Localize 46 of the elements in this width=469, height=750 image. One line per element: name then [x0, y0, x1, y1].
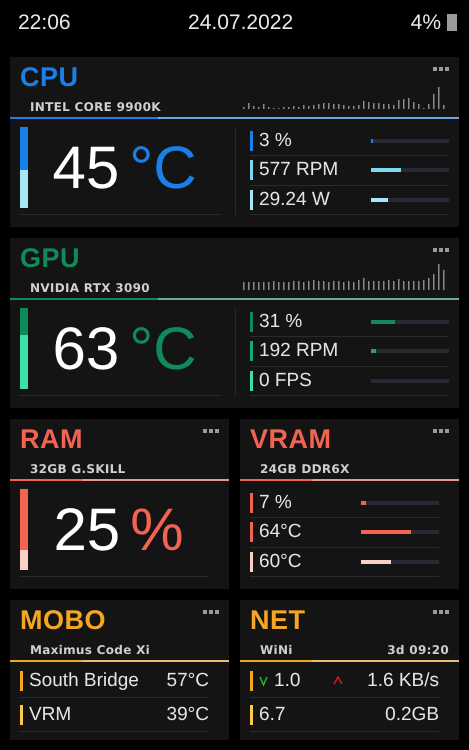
card-title: CPU	[20, 62, 79, 92]
metric-reading: 0 FPS	[259, 370, 313, 392]
card-title: RAM	[20, 424, 83, 454]
more-icon[interactable]	[433, 429, 449, 433]
gauge-value: 63	[52, 316, 120, 382]
metric-reading: 64°C	[259, 521, 302, 544]
card-title: GPU	[20, 243, 80, 273]
metric-reading: 192 RPM	[259, 340, 340, 362]
sensor-label: South Bridge	[29, 670, 140, 692]
battery-percent: 4%	[410, 10, 441, 34]
more-icon[interactable]	[433, 248, 449, 252]
card-title: NET	[250, 605, 306, 635]
card-subtitle: WiNi	[260, 643, 293, 657]
net-value: 1.0	[274, 670, 300, 692]
metric-reading: 60°C	[259, 550, 302, 573]
gauge-unit: °C	[129, 316, 197, 382]
net-value: 1.6 KB/s	[367, 670, 439, 692]
sensor-value: 57°C	[166, 670, 209, 692]
card-subtitle: INTEL CORE 9900K	[30, 100, 161, 114]
metric-reading: 3 %	[259, 130, 293, 152]
card-subtitle: 32GB G.SKILL	[30, 462, 126, 476]
card-subtitle: 24GB DDR6X	[260, 462, 350, 476]
gauge-unit: %	[130, 496, 184, 562]
gauge-value: 45	[52, 134, 120, 200]
metric-reading: 577 RPM	[259, 159, 340, 182]
card-subtitle: NVIDIA RTX 3090	[30, 281, 150, 295]
battery-icon	[447, 14, 457, 31]
metric-reading: 7 %	[259, 492, 293, 514]
metric-reading: 31 %	[259, 311, 304, 334]
sensor-value: 39°C	[166, 704, 209, 726]
more-icon[interactable]	[433, 67, 449, 71]
net-value: 0.2GB	[385, 704, 439, 726]
more-icon[interactable]	[203, 610, 219, 614]
sensor-label: VRM	[29, 704, 72, 726]
gauge-unit: °C	[129, 134, 197, 200]
metric-reading: 29.24 W	[259, 188, 331, 211]
clock-time: 22:06	[18, 10, 71, 34]
net-value: 6.7	[259, 704, 286, 726]
card-subtitle: Maximus Code Xi	[30, 643, 150, 657]
gauge-value: 25	[53, 496, 120, 562]
card-title: VRAM	[250, 424, 332, 454]
card-title: MOBO	[20, 605, 106, 635]
more-icon[interactable]	[433, 610, 449, 614]
more-icon[interactable]	[203, 429, 219, 433]
date-text: 24.07.2022	[188, 10, 294, 34]
uptime-text: 3d 09:20	[387, 643, 449, 657]
